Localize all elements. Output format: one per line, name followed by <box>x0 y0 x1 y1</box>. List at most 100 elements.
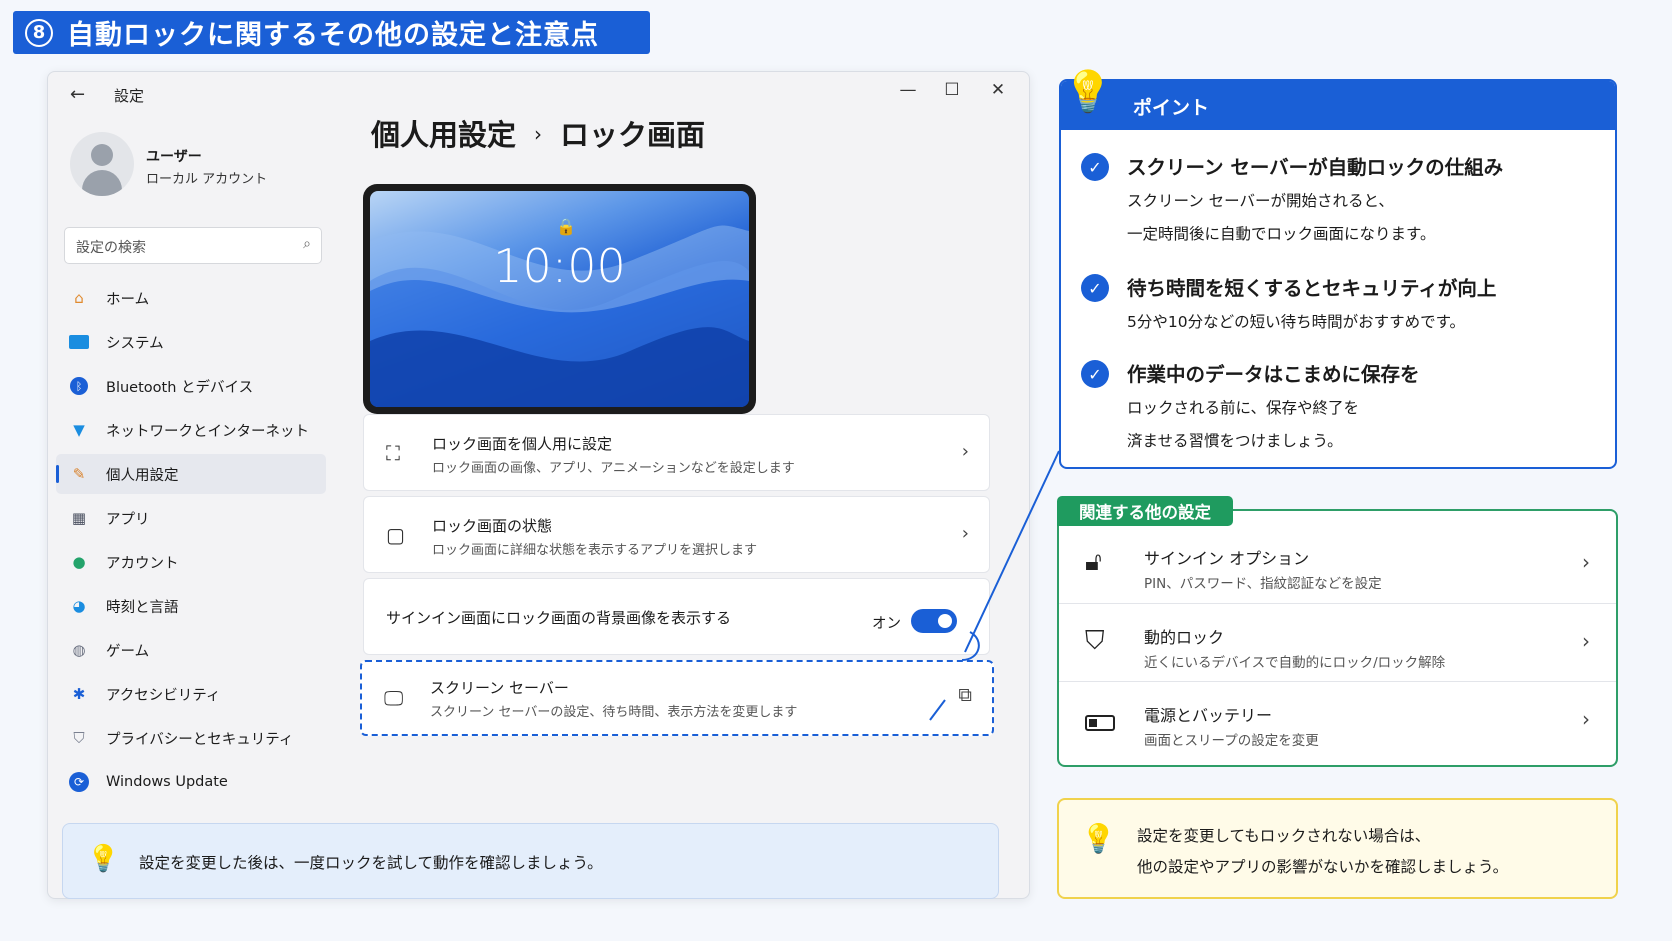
chevron-right-icon: › <box>961 523 969 544</box>
sidebar-item-label: ネットワークとインターネット <box>106 423 309 440</box>
lock-icon: 🔒 <box>556 217 576 236</box>
point-title: 作業中のデータはこまめに保存を <box>1127 363 1420 386</box>
card-subtitle: ロック画面に詳細な状態を表示するアプリを選択します <box>432 543 758 558</box>
points-heading: ポイント <box>1061 81 1615 130</box>
gamepad-icon: ◍ <box>72 641 86 659</box>
point-body: ロックされる前に、保存や終了を 済ませる習慣をつけましょう。 <box>1127 392 1359 458</box>
chevron-right-icon: › <box>1582 629 1590 653</box>
breadcrumb-parent[interactable]: 個人用設定 <box>371 118 516 152</box>
home-icon: ⌂ <box>74 289 84 307</box>
check-icon: ✓ <box>1081 153 1109 181</box>
chevron-right-icon: › <box>1582 707 1590 731</box>
minimize-button[interactable]: — <box>893 80 923 100</box>
close-button[interactable]: ✕ <box>983 80 1013 100</box>
card-subtitle: スクリーン セーバーの設定、待ち時間、表示方法を変更します <box>430 705 798 720</box>
wifi-icon: ▼ <box>73 421 85 439</box>
related-power-battery[interactable]: 電源とバッテリー 画面とスリープの設定を変更 › <box>1059 681 1616 759</box>
point-line: ロックされる前に、保存や終了を <box>1127 399 1360 417</box>
toggle-state-label: オン <box>872 616 901 632</box>
brush-icon: ✎ <box>72 465 86 483</box>
user-account-type: ローカル アカウント <box>146 172 268 187</box>
related-settings-tag: 関連する他の設定 <box>1057 496 1233 526</box>
sidebar-nav: ⌂ ホーム システム ᛒ Bluetooth とデバイス ▼ ネットワークとイン… <box>56 278 326 806</box>
signin-background-card: サインイン画面にロック画面の背景画像を表示する オン <box>363 578 990 655</box>
account-icon: ● <box>72 553 86 571</box>
tip-text: 設定を変更した後は、一度ロックを試して動作を確認しましょう。 <box>139 854 603 872</box>
card-title: ロック画面の状態 <box>432 517 553 535</box>
toggle-row-label: サインイン画面にロック画面の背景画像を表示する <box>386 609 732 627</box>
sidebar-item-time-language[interactable]: ◕ 時刻と言語 <box>56 586 326 626</box>
sidebar-item-accessibility[interactable]: ✱ アクセシビリティ <box>56 674 326 714</box>
user-name: ユーザー <box>146 149 202 165</box>
section-title: 自動ロックに関するその他の設定と注意点 <box>67 20 599 51</box>
sidebar-item-label: アカウント <box>106 555 179 572</box>
sidebar-item-label: ゲーム <box>106 643 150 660</box>
related-title: サインイン オプション <box>1144 549 1310 568</box>
user-profile[interactable]: ユーザー ローカル アカウント <box>70 132 330 202</box>
sidebar-item-label: 個人用設定 <box>106 467 179 484</box>
preview-time: 10:00 <box>493 239 626 293</box>
sidebar-item-personalization[interactable]: ✎ 個人用設定 <box>56 454 326 494</box>
screen-saver-card[interactable]: 🖵 スクリーン セーバー スクリーン セーバーの設定、待ち時間、表示方法を変更し… <box>360 660 994 736</box>
note-box: 💡 設定を変更してもロックされない場合は、 他の設定やアプリの影響がないかを確認… <box>1057 798 1618 899</box>
card-subtitle: ロック画面の画像、アプリ、アニメーションなどを設定します <box>432 461 795 476</box>
sidebar-item-system[interactable]: システム <box>56 322 326 362</box>
sidebar-item-home[interactable]: ⌂ ホーム <box>56 278 326 318</box>
signin-background-toggle[interactable] <box>911 609 957 633</box>
sidebar-item-windows-update[interactable]: ⟳ Windows Update <box>56 762 326 802</box>
related-subtitle: PIN、パスワード、指紋認証などを設定 <box>1144 576 1382 592</box>
note-line: 他の設定やアプリの影響がないかを確認しましょう。 <box>1137 858 1509 876</box>
battery-icon <box>1085 704 1115 734</box>
breadcrumb: 個人用設定 › ロック画面 <box>371 112 705 154</box>
check-icon: ✓ <box>1081 360 1109 388</box>
sidebar-item-network[interactable]: ▼ ネットワークとインターネット <box>56 410 326 450</box>
image-settings-icon: ⛶ <box>386 441 400 465</box>
maximize-button[interactable]: ☐ <box>937 80 967 100</box>
sidebar-item-bluetooth[interactable]: ᛒ Bluetooth とデバイス <box>56 366 326 406</box>
sidebar-item-label: アプリ <box>106 511 150 528</box>
related-title: 電源とバッテリー <box>1144 706 1273 725</box>
window-title: 設定 <box>114 87 145 105</box>
padlock-icon: 🔓︎ <box>1085 547 1102 577</box>
related-signin-options[interactable]: 🔓︎ サインイン オプション PIN、パスワード、指紋認証などを設定 › <box>1059 525 1616 603</box>
related-title: 動的ロック <box>1144 628 1225 647</box>
related-subtitle: 近くにいるデバイスで自動的にロック/ロック解除 <box>1144 655 1446 671</box>
point-title: スクリーン セーバーが自動ロックの仕組み <box>1127 156 1504 179</box>
external-link-icon: ⧉ <box>958 684 972 706</box>
note-line: 設定を変更してもロックされない場合は、 <box>1137 827 1431 845</box>
sidebar-item-label: システム <box>106 335 164 352</box>
sidebar-item-accounts[interactable]: ● アカウント <box>56 542 326 582</box>
sidebar-item-apps[interactable]: ▦ アプリ <box>56 498 326 538</box>
accessibility-icon: ✱ <box>72 685 86 703</box>
back-arrow-icon[interactable]: ← <box>70 84 85 105</box>
monitor-icon: 🖵 <box>384 686 404 710</box>
settings-search-input[interactable]: 設定の検索 ⌕ <box>64 227 322 264</box>
sidebar-item-label: Windows Update <box>106 774 228 790</box>
page-title: ロック画面 <box>560 118 706 152</box>
avatar <box>70 132 134 196</box>
chevron-right-icon: › <box>1582 550 1590 574</box>
sidebar-item-label: ホーム <box>106 291 150 308</box>
shield-icon: ⛉ <box>73 729 85 747</box>
sidebar-item-privacy[interactable]: ⛉ プライバシーとセキュリティ <box>56 718 326 758</box>
system-icon <box>68 331 90 353</box>
settings-window: ← 設定 — ☐ ✕ ユーザー ローカル アカウント 設定の検索 ⌕ ⌂ ホーム… <box>47 71 1030 899</box>
sidebar-item-label: 時刻と言語 <box>106 599 179 616</box>
point-line: スクリーン セーバーが開始されると、 <box>1127 192 1394 210</box>
sidebar-item-gaming[interactable]: ◍ ゲーム <box>56 630 326 670</box>
preview-screen: 🔒 10:00 <box>370 191 749 407</box>
update-icon: ⟳ <box>68 771 90 793</box>
lock-screen-status-card[interactable]: ▢ ロック画面の状態 ロック画面に詳細な状態を表示するアプリを選択します › <box>363 496 990 573</box>
apps-icon: ▦ <box>71 509 87 527</box>
point-line: 済ませる習慣をつけましょう。 <box>1127 432 1343 450</box>
related-dynamic-lock[interactable]: ⛉ 動的ロック 近くにいるデバイスで自動的にロック/ロック解除 › <box>1059 603 1616 681</box>
lightbulb-icon: 💡 <box>1081 822 1116 855</box>
sidebar-item-label: アクセシビリティ <box>106 687 221 704</box>
lightbulb-icon: 💡 <box>87 844 120 874</box>
lock-screen-personalize-card[interactable]: ⛶ ロック画面を個人用に設定 ロック画面の画像、アプリ、アニメーションなどを設定… <box>363 414 990 491</box>
status-icon: ▢ <box>386 523 405 547</box>
point-title: 待ち時間を短くするとセキュリティが向上 <box>1127 277 1497 300</box>
card-title: スクリーン セーバー <box>430 679 569 697</box>
sidebar-item-label: プライバシーとセキュリティ <box>106 731 294 748</box>
point-line: 一定時間後に自動でロック画面になります。 <box>1127 225 1436 243</box>
